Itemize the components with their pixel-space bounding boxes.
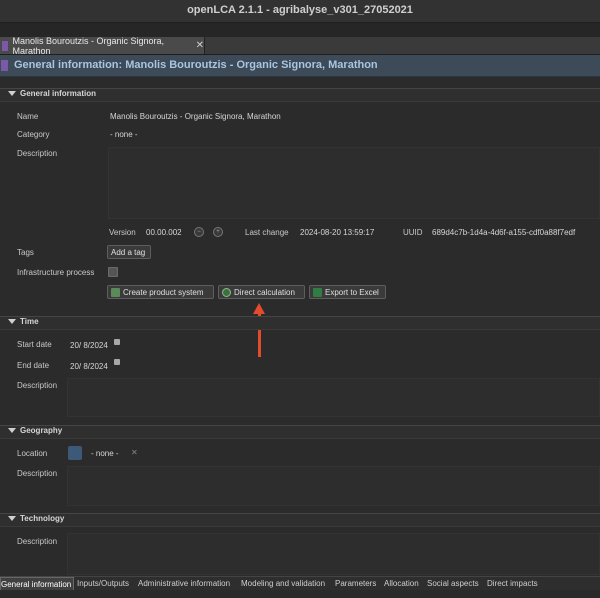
tab-administrative-information[interactable]: Administrative information [138, 577, 230, 590]
process-icon [2, 40, 9, 51]
process-icon [1, 60, 8, 71]
infrastructure-label: Infrastructure process [17, 268, 95, 277]
tab-allocation[interactable]: Allocation [384, 577, 419, 590]
tab-modeling-and-validation[interactable]: Modeling and validation [241, 577, 325, 590]
geography-description-textarea[interactable] [67, 466, 600, 506]
chevron-down-icon [8, 319, 16, 324]
uuid-label: UUID [403, 228, 423, 237]
tab-direct-impacts[interactable]: Direct impacts [487, 577, 538, 590]
chevron-down-icon [8, 428, 16, 433]
editor-page-tabs: General information Inputs/Outputs Admin… [0, 576, 600, 590]
category-link[interactable]: - none - [110, 130, 138, 139]
tags-label: Tags [17, 248, 34, 257]
add-tag-label: Add a tag [111, 247, 146, 257]
export-excel-label: Export to Excel [325, 287, 379, 297]
version-value: 00.00.002 [146, 228, 182, 237]
editor-tab[interactable]: Manolis Bouroutzis - Organic Signora, Ma… [0, 35, 205, 56]
description-textarea[interactable] [108, 147, 600, 219]
version-increment-icon[interactable]: + [213, 227, 223, 237]
section-title: General information [20, 89, 97, 98]
name-field[interactable]: Manolis Bouroutzis - Organic Signora, Ma… [110, 112, 281, 121]
description-label: Description [17, 149, 58, 158]
page-title: General information: Manolis Bouroutzis … [14, 59, 378, 71]
window-title: openLCA 2.1.1 - agribalyse_v301_27052021 [187, 4, 413, 16]
name-label: Name [17, 112, 39, 121]
time-description-textarea[interactable] [67, 378, 600, 417]
version-label: Version [109, 228, 136, 237]
close-icon[interactable]: ✕ [196, 40, 204, 51]
calendar-icon[interactable] [114, 359, 120, 365]
section-title: Technology [20, 514, 65, 523]
window-titlebar: openLCA 2.1.1 - agribalyse_v301_27052021 [0, 0, 600, 23]
technology-description-label: Description [17, 537, 58, 546]
status-bar [0, 590, 600, 598]
tab-social-aspects[interactable]: Social aspects [427, 577, 479, 590]
geography-description-label: Description [17, 469, 58, 478]
section-general-information[interactable]: General information [0, 88, 600, 102]
editor-tabbar: Manolis Bouroutzis - Organic Signora, Ma… [0, 35, 600, 56]
section-geography[interactable]: Geography [0, 425, 600, 439]
play-icon [222, 287, 231, 297]
editor-header: General information: Manolis Bouroutzis … [0, 55, 600, 77]
annotation-arrow-head [253, 303, 265, 314]
start-date-field[interactable]: 20/ 8/2024 [70, 341, 108, 350]
excel-icon [313, 287, 322, 297]
section-title: Geography [20, 426, 63, 435]
section-title: Time [20, 317, 39, 326]
section-time[interactable]: Time [0, 316, 600, 330]
editor-tab-label: Manolis Bouroutzis - Organic Signora, Ma… [12, 35, 165, 56]
start-date-label: Start date [17, 340, 52, 349]
technology-description-textarea[interactable] [67, 533, 600, 575]
create-product-system-button[interactable]: Create product system [107, 285, 214, 299]
location-pin-icon[interactable] [68, 446, 82, 460]
chevron-down-icon [8, 516, 16, 521]
end-date-label: End date [17, 361, 50, 370]
location-link[interactable]: - none - [91, 449, 119, 458]
infrastructure-checkbox[interactable] [108, 267, 118, 277]
time-description-label: Description [17, 381, 58, 390]
add-tag-button[interactable]: Add a tag [107, 245, 151, 259]
export-excel-button[interactable]: Export to Excel [309, 285, 386, 299]
tab-inputs-outputs[interactable]: Inputs/Outputs [77, 577, 129, 590]
last-change-label: Last change [245, 228, 289, 237]
direct-calculation-label: Direct calculation [234, 287, 295, 297]
uuid-value: 689d4c7b-1d4a-4d6f-a155-cdf0a88f7edf [432, 228, 576, 237]
location-label: Location [17, 449, 48, 458]
calendar-icon[interactable] [114, 339, 120, 345]
product-system-icon [111, 287, 120, 297]
chevron-down-icon [8, 91, 16, 96]
category-label: Category [17, 130, 50, 139]
tab-parameters[interactable]: Parameters [335, 577, 376, 590]
section-technology[interactable]: Technology [0, 513, 600, 527]
clear-location-icon[interactable]: ✕ [131, 448, 138, 457]
version-decrement-icon[interactable]: − [194, 227, 204, 237]
end-date-field[interactable]: 20/ 8/2024 [70, 362, 108, 371]
last-change-value: 2024-08-20 13:59:17 [300, 228, 375, 237]
create-product-system-label: Create product system [123, 287, 204, 297]
direct-calculation-button[interactable]: Direct calculation [218, 285, 305, 299]
tab-general-information[interactable]: General information [0, 577, 74, 590]
